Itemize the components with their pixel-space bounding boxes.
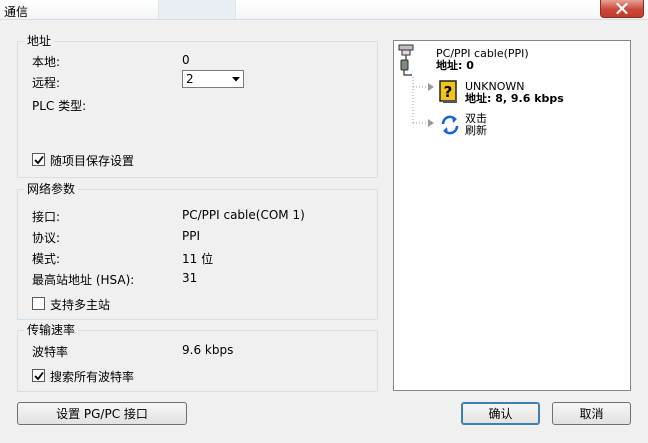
remote-address-value: 2 — [186, 72, 194, 86]
address-legend: 地址 — [27, 34, 52, 48]
hsa-label: 最高站地址 (HSA): — [32, 273, 135, 287]
local-value: 0 — [182, 53, 190, 67]
hsa-value: 31 — [182, 271, 198, 285]
title-bar: 通信 — [0, 0, 648, 20]
search-all-baud-label[interactable]: 搜索所有波特率 — [50, 368, 134, 385]
interface-value: PC/PPI cable(COM 1) — [182, 208, 305, 222]
svg-text:?: ? — [444, 83, 453, 101]
remote-label: 远程: — [32, 76, 61, 90]
close-button[interactable] — [600, 0, 644, 18]
baud-rate-label: 波特率 — [32, 345, 69, 359]
refresh-icon[interactable] — [439, 114, 461, 136]
cable-address: 地址: 0 — [436, 59, 474, 72]
protocol-label: 协议: — [32, 231, 61, 245]
setup-pgpc-label: 设置 PG/PC 接口 — [56, 407, 148, 421]
save-with-project-label[interactable]: 随项目保存设置 — [50, 152, 134, 169]
multi-master-checkbox[interactable] — [32, 297, 45, 310]
search-all-baud-checkbox[interactable] — [32, 369, 45, 382]
chevron-down-icon — [228, 71, 243, 87]
multi-master-label[interactable]: 支持多主站 — [50, 296, 110, 313]
checkmark-icon — [34, 155, 44, 165]
network-tree-panel[interactable]: PC/PPI cable(PPI) 地址: 0 ? UNKNOWN 地址: 8,… — [393, 40, 631, 391]
ok-button[interactable]: 确认 — [461, 402, 540, 425]
plc-type-label: PLC 类型: — [32, 99, 87, 113]
checkmark-icon — [34, 371, 44, 381]
mode-value: 11 位 — [182, 252, 214, 266]
ok-label: 确认 — [488, 407, 513, 421]
window-title: 通信 — [4, 5, 29, 19]
refresh-line2[interactable]: 刷新 — [465, 125, 487, 137]
baud-rate-value: 9.6 kbps — [182, 343, 234, 357]
save-with-project-checkbox[interactable] — [32, 153, 45, 166]
device-address: 地址: 8, 9.6 kbps — [465, 92, 564, 105]
network-legend: 网络参数 — [27, 182, 76, 196]
cancel-button[interactable]: 取消 — [552, 402, 631, 425]
close-icon — [616, 3, 628, 14]
cancel-label: 取消 — [579, 407, 604, 421]
tree-connector-lines — [412, 77, 434, 127]
transmission-legend: 传输速率 — [27, 323, 76, 337]
local-label: 本地: — [32, 55, 61, 69]
background-window-ghost — [158, 0, 236, 19]
protocol-value: PPI — [182, 229, 201, 243]
interface-label: 接口: — [32, 210, 61, 224]
setup-pgpc-interface-button[interactable]: 设置 PG/PC 接口 — [17, 402, 187, 425]
pc-ppi-cable-icon[interactable] — [398, 44, 414, 76]
unknown-device-icon[interactable]: ? — [439, 80, 459, 104]
mode-label: 模式: — [32, 252, 61, 266]
remote-address-dropdown[interactable]: 2 — [182, 70, 244, 88]
